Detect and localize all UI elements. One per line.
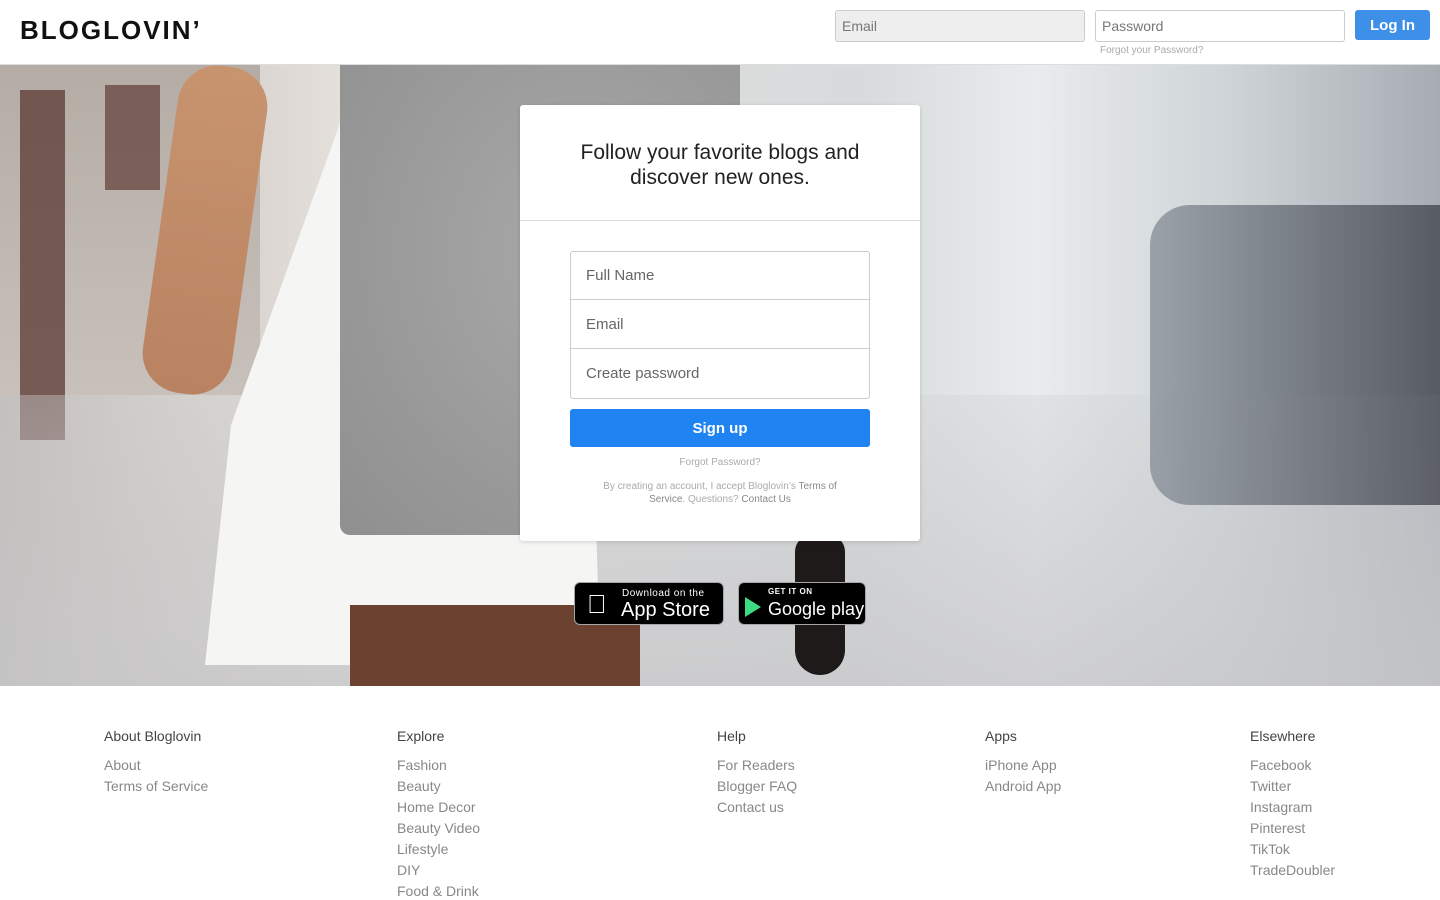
create-password-input[interactable] <box>570 349 870 399</box>
footer-heading: About Bloglovin <box>104 728 202 744</box>
login-button[interactable]: Log In <box>1355 10 1430 40</box>
signup-button[interactable]: Sign up <box>570 409 870 447</box>
signup-title: Follow your favorite blogs and discover … <box>580 141 860 189</box>
footer-link-blogger-faq[interactable]: Blogger FAQ <box>717 776 797 797</box>
signup-forgot-password-link[interactable]: Forgot Password? <box>520 457 920 468</box>
fullname-input[interactable] <box>570 251 870 300</box>
footer-heading: Elsewhere <box>1250 728 1316 744</box>
hero-window <box>105 85 160 190</box>
googleplay-small-text: GET IT ON <box>768 587 813 596</box>
contact-us-link[interactable]: Contact Us <box>741 494 790 505</box>
footer-link-contact-us[interactable]: Contact us <box>717 797 797 818</box>
footer-heading: Help <box>717 728 746 744</box>
footer-link-about[interactable]: About <box>104 755 208 776</box>
footer-link-android-app[interactable]: Android App <box>985 776 1061 797</box>
google-play-badge[interactable]: GET IT ON Google play <box>738 582 866 625</box>
footer-link-tradedoubler[interactable]: TradeDoubler <box>1250 860 1335 881</box>
apple-icon:  <box>587 589 607 619</box>
signup-email-input[interactable] <box>570 300 870 349</box>
footer-heading: Apps <box>985 728 1017 744</box>
footer-link-tiktok[interactable]: TikTok <box>1250 839 1335 860</box>
header-forgot-password-link[interactable]: Forgot your Password? <box>1100 45 1203 56</box>
footer-link-twitter[interactable]: Twitter <box>1250 776 1335 797</box>
footer-link-home-decor[interactable]: Home Decor <box>397 797 480 818</box>
terms-prefix: By creating an account, I accept Bloglov… <box>603 481 796 492</box>
app-store-badge[interactable]:  Download on the App Store <box>574 582 724 625</box>
footer-link-beauty-video[interactable]: Beauty Video <box>397 818 480 839</box>
googleplay-big-text: Google play <box>768 599 865 619</box>
hero-parked-cars <box>1150 205 1440 505</box>
footer-link-terms[interactable]: Terms of Service <box>104 776 208 797</box>
footer-link-lifestyle[interactable]: Lifestyle <box>397 839 480 860</box>
footer-heading: Explore <box>397 728 445 744</box>
hero-door <box>20 90 65 440</box>
footer-column-about: About Bloglovin About Terms of Service <box>104 728 208 797</box>
questions-text: . Questions? <box>682 494 739 505</box>
footer-column-apps: Apps iPhone App Android App <box>985 728 1061 797</box>
footer-link-pinterest[interactable]: Pinterest <box>1250 818 1335 839</box>
appstore-big-text: App Store <box>621 599 710 621</box>
footer-column-help: Help For Readers Blogger FAQ Contact us <box>717 728 797 818</box>
footer-link-iphone-app[interactable]: iPhone App <box>985 755 1061 776</box>
footer-column-elsewhere: Elsewhere Facebook Twitter Instagram Pin… <box>1250 728 1335 881</box>
footer-link-beauty[interactable]: Beauty <box>397 776 480 797</box>
footer-link-fashion[interactable]: Fashion <box>397 755 480 776</box>
signup-card: Follow your favorite blogs and discover … <box>520 105 920 541</box>
appstore-small-text: Download on the <box>622 588 705 599</box>
footer-link-facebook[interactable]: Facebook <box>1250 755 1335 776</box>
footer-link-for-readers[interactable]: For Readers <box>717 755 797 776</box>
footer-link-diy[interactable]: DIY <box>397 860 480 881</box>
bloglovin-logo[interactable]: BLOGLOVIN’ <box>20 15 202 46</box>
footer-link-instagram[interactable]: Instagram <box>1250 797 1335 818</box>
card-divider <box>520 220 920 221</box>
google-play-icon <box>745 597 761 617</box>
terms-notice: By creating an account, I accept Bloglov… <box>585 480 855 506</box>
top-header: BLOGLOVIN’ Log In Forgot your Password? <box>0 0 1440 65</box>
header-password-input[interactable] <box>1095 10 1345 42</box>
header-email-input[interactable] <box>835 10 1085 42</box>
footer-link-food-drink[interactable]: Food & Drink <box>397 881 480 900</box>
footer-column-explore: Explore Fashion Beauty Home Decor Beauty… <box>397 728 480 900</box>
